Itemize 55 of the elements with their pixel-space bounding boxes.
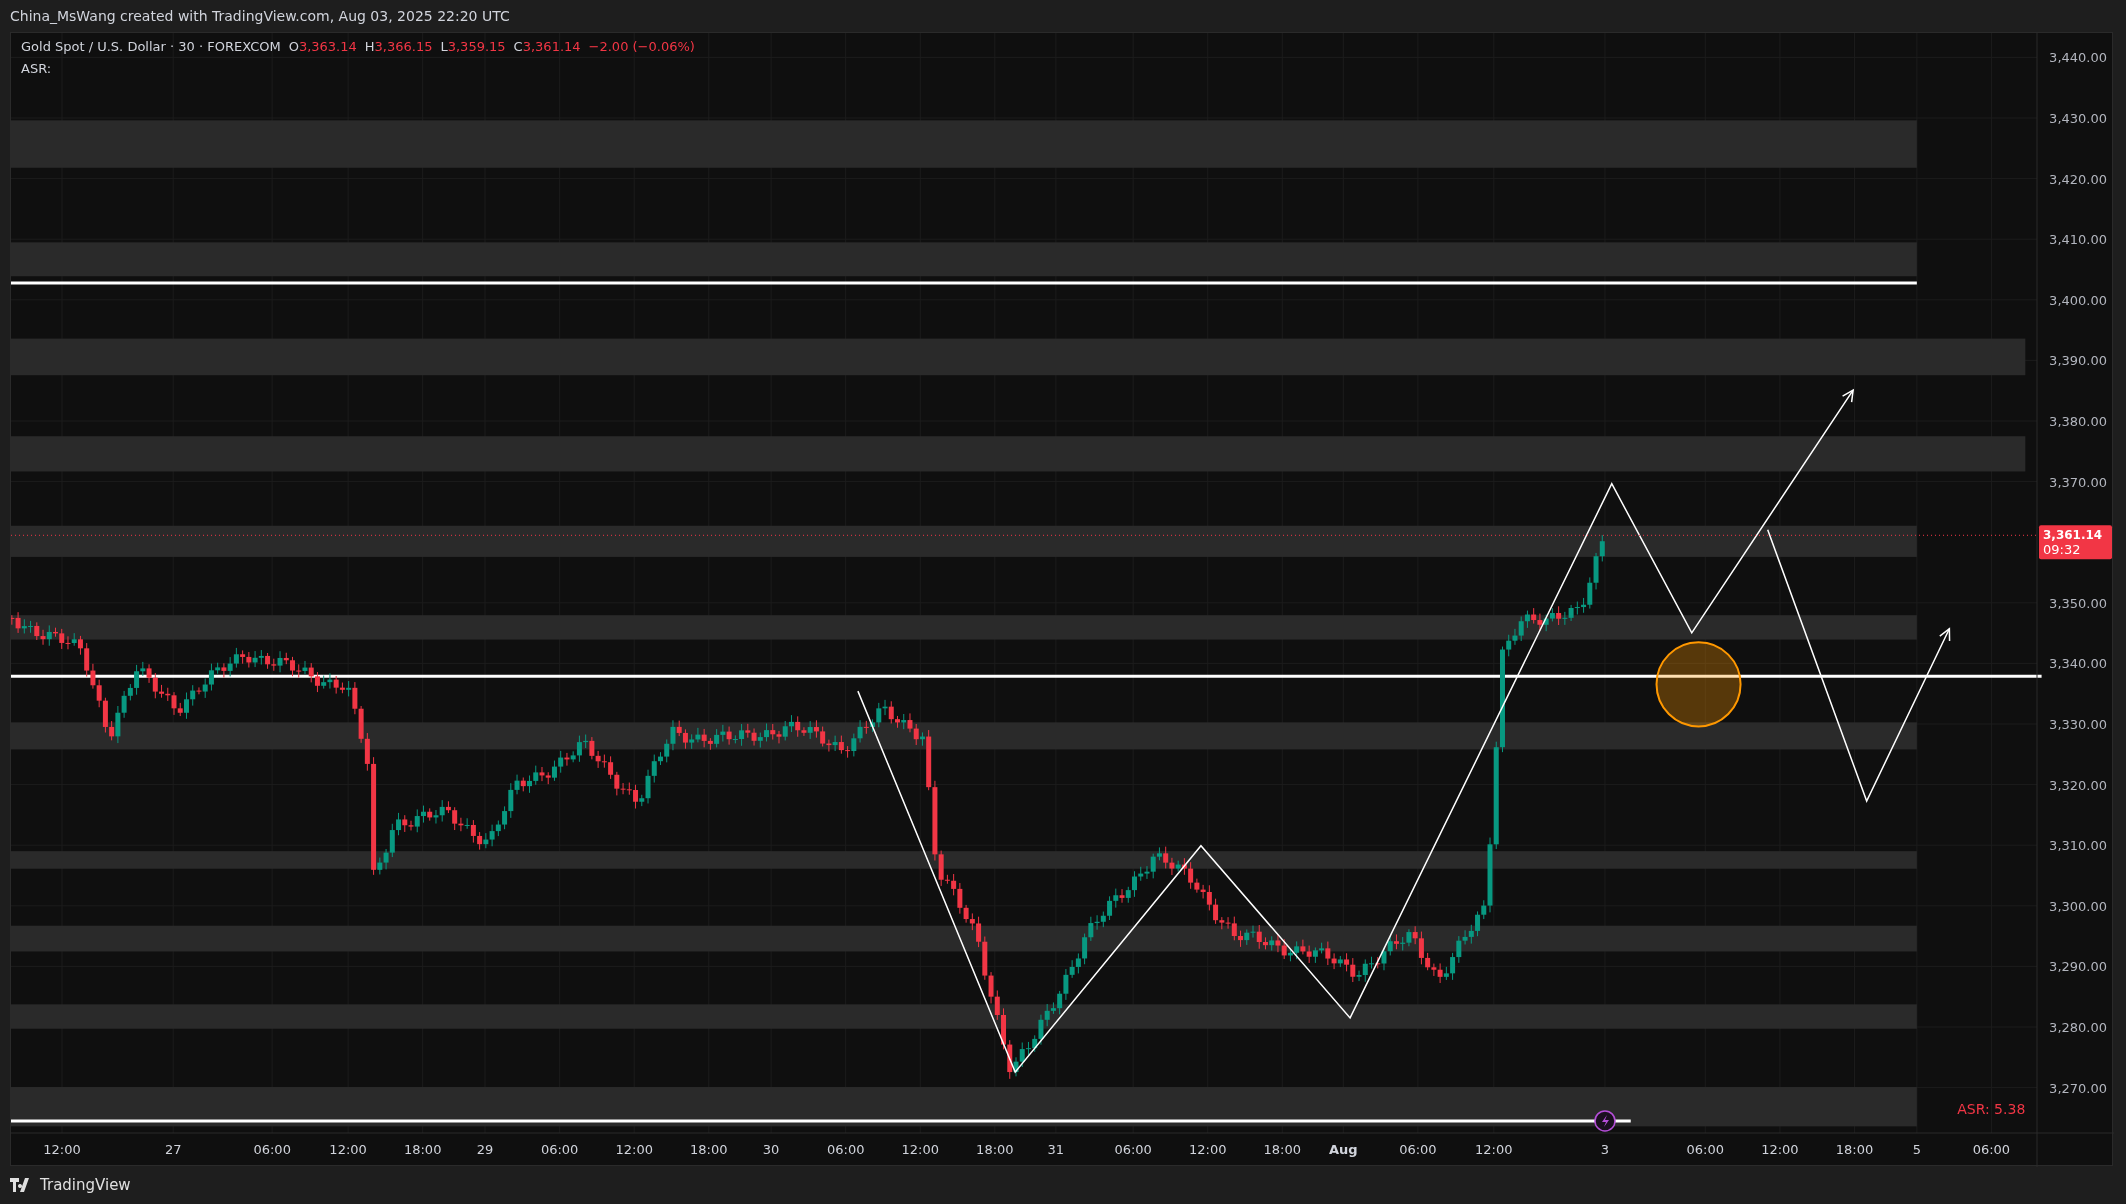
last-price-badge: 3,361.14 09:32 — [2039, 525, 2112, 560]
time-axis-label: 12:00 — [1475, 1142, 1513, 1157]
symbol-title: Gold Spot / U.S. Dollar · 30 · FOREXCOM — [21, 38, 281, 56]
time-axis-label: 18:00 — [976, 1142, 1014, 1157]
time-axis-label: 12:00 — [615, 1142, 653, 1157]
price-axis-label: 3,280.00 — [2049, 1020, 2107, 1035]
time-axis-label: 12:00 — [329, 1142, 367, 1157]
brand-text: TradingView — [40, 1174, 131, 1196]
asr-value-label: ASR: 5.38 — [1957, 1101, 2026, 1118]
price-axis-label: 3,400.00 — [2049, 292, 2107, 308]
time-axis-label: Aug — [1329, 1142, 1358, 1157]
price-axis-label: 3,370.00 — [2049, 474, 2107, 490]
time-axis-label: 12:00 — [1189, 1142, 1227, 1157]
time-axis-label: 12:00 — [1761, 1142, 1799, 1157]
time-axis-label: 18:00 — [690, 1142, 728, 1157]
time-axis-label: 06:00 — [1114, 1142, 1152, 1157]
time-axis-label: 5 — [1912, 1142, 1921, 1157]
time-axis-label: 06:00 — [253, 1142, 291, 1157]
price-change: −2.00 (−0.06%) — [588, 38, 695, 56]
price-axis-label: 3,310.00 — [2049, 838, 2107, 854]
price-axis-label: 3,430.00 — [2049, 111, 2107, 126]
price-axis-label: 3,350.00 — [2049, 595, 2107, 611]
price-axis-label: 3,390.00 — [2049, 353, 2107, 369]
time-axis-label: 31 — [1047, 1142, 1065, 1157]
price-axis-label: 3,330.00 — [2049, 717, 2107, 732]
time-axis-label: 12:00 — [901, 1142, 939, 1157]
price-axis-label: 3,380.00 — [2049, 414, 2107, 429]
price-axis-label: 3,300.00 — [2049, 898, 2107, 914]
time-axis-label: 18:00 — [403, 1142, 442, 1157]
price-axis-label: 3,320.00 — [2049, 777, 2107, 793]
lightning-icon[interactable] — [1594, 1110, 1616, 1132]
time-axis-label: 06:00 — [826, 1142, 865, 1157]
time-axis-label: 06:00 — [1686, 1142, 1725, 1157]
price-axis-label: 3,440.00 — [2049, 50, 2107, 66]
ohlc-value: H3,366.15 — [364, 38, 433, 56]
price-axis-label: 3,420.00 — [2049, 171, 2107, 187]
ohlc-value: L3,359.15 — [440, 38, 506, 56]
time-axis-label: 27 — [164, 1142, 182, 1157]
time-axis-label: 18:00 — [1835, 1142, 1874, 1157]
indicator-label: ASR: — [21, 59, 52, 78]
time-axis-label: 30 — [762, 1142, 780, 1157]
ohlc-value: O3,363.14 — [288, 38, 357, 56]
time-axis-label: 29 — [476, 1142, 494, 1157]
credit-text: China_MsWang created with TradingView.com, Aug 03, 2025 22:20 UTC — [10, 6, 510, 26]
price-axis-label: 3,410.00 — [2049, 232, 2107, 248]
price-axis-label: 3,270.00 — [2049, 1080, 2107, 1096]
time-axis-label: 06:00 — [1399, 1142, 1437, 1157]
price-axis-label: 3,290.00 — [2049, 959, 2107, 975]
ohlc-value: C3,361.14 — [513, 38, 581, 56]
time-axis-label: 3 — [1600, 1142, 1610, 1157]
time-axis-label: 12:00 — [43, 1142, 81, 1157]
time-axis-label: 18:00 — [1263, 1142, 1302, 1157]
price-axis-label: 3,340.00 — [2049, 656, 2107, 672]
time-axis-label: 06:00 — [1972, 1142, 2011, 1157]
time-axis-label: 06:00 — [540, 1142, 579, 1157]
